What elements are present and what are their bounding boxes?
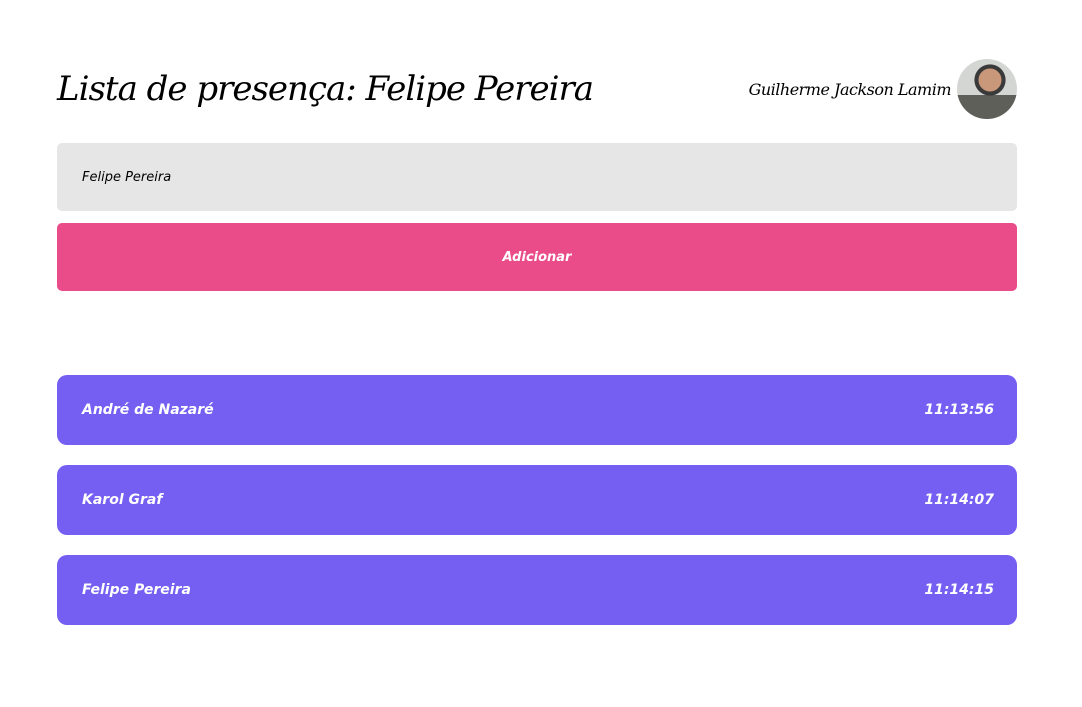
attendee-card: Karol Graf 11:14:07 [57, 465, 1017, 535]
attendee-time: 11:13:56 [924, 402, 994, 418]
attendee-name: Felipe Pereira [82, 582, 191, 598]
attendee-time: 11:14:15 [924, 582, 994, 598]
user-profile: Guilherme Jackson Lamim [749, 59, 1017, 119]
name-input[interactable] [57, 143, 1017, 211]
user-name: Guilherme Jackson Lamim [748, 79, 952, 99]
avatar [957, 59, 1017, 119]
add-button[interactable]: Adicionar [57, 223, 1017, 291]
attendee-card: André de Nazaré 11:13:56 [57, 375, 1017, 445]
attendee-name: Karol Graf [82, 492, 163, 508]
attendee-time: 11:14:07 [924, 492, 994, 508]
attendee-card: Felipe Pereira 11:14:15 [57, 555, 1017, 625]
header: Lista de presença: Felipe Pereira Guilhe… [57, 58, 1017, 120]
attendee-name: André de Nazaré [82, 402, 214, 418]
page-title: Lista de presença: Felipe Pereira [57, 69, 594, 109]
